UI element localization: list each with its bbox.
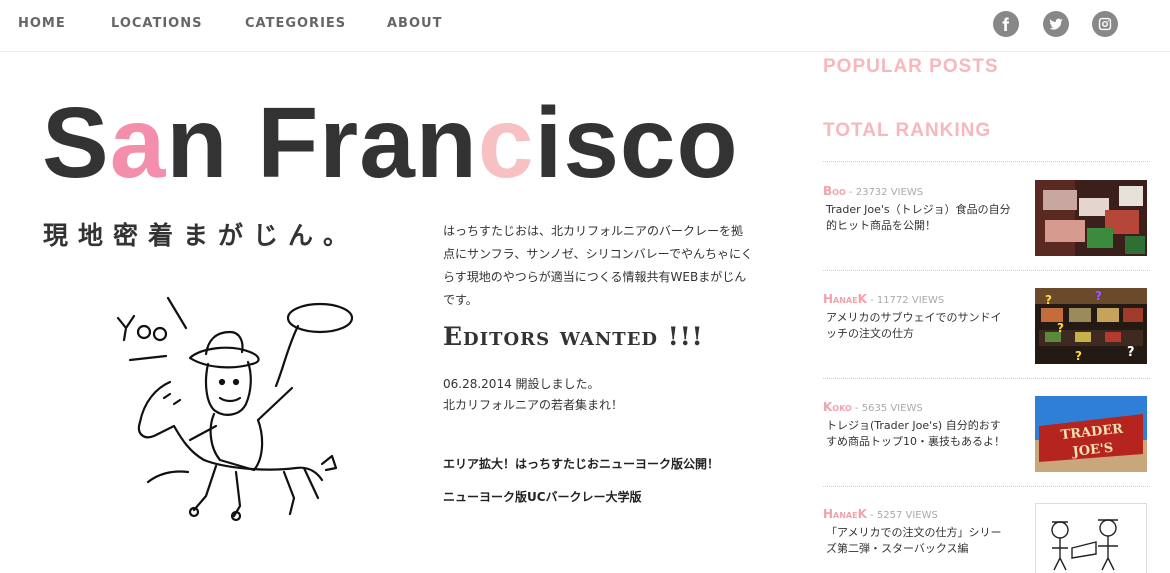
news-line: 北カリフォルニアの若者集まれ！: [443, 398, 624, 412]
facebook-icon[interactable]: [993, 11, 1019, 37]
ranking-title[interactable]: 「アメリカでの注文の仕方」シリーズ第二弾・スターバックス編: [826, 525, 1011, 557]
ranking-title[interactable]: Trader Joe's（トレジョ）食品の自分的ヒット商品を公開！: [826, 202, 1011, 234]
editors-wanted-link[interactable]: Editors wanted !!!: [443, 322, 704, 351]
ranking-author[interactable]: Koko: [823, 400, 852, 414]
svg-text:?: ?: [1095, 289, 1102, 303]
ranking-thumbnail[interactable]: [1035, 180, 1147, 256]
divider: [823, 486, 1150, 487]
title-part: isco: [534, 87, 739, 199]
divider: [823, 378, 1150, 379]
twitter-icon[interactable]: [1043, 11, 1069, 37]
svg-text:?: ?: [1057, 321, 1064, 335]
ranking-views: - 11772 VIEWS: [866, 295, 945, 306]
ranking-item[interactable]: HanaeK - 11772 VIEWS アメリカのサブウェイでのサンドイッチの…: [823, 288, 1150, 364]
instagram-icon[interactable]: [1092, 11, 1118, 37]
ranking-author[interactable]: HanaeK: [823, 292, 867, 306]
ranking-thumbnail[interactable]: TRADER JOE'S: [1035, 396, 1147, 472]
site-title: San Francisco: [42, 93, 739, 193]
title-part: n Fran: [166, 87, 478, 199]
cowboy-illustration: [108, 290, 358, 522]
ranking-item[interactable]: Koko - 5635 VIEWS トレジョ(Trader Joe's) 自分的…: [823, 396, 1150, 472]
nav-home[interactable]: HOME: [18, 16, 66, 31]
top-navigation: HOME LOCATIONS CATEGORIES ABOUT: [0, 0, 1170, 52]
divider: [823, 270, 1150, 271]
nav-locations[interactable]: LOCATIONS: [111, 16, 202, 31]
ranking-thumbnail[interactable]: ? ? ? ? ?: [1035, 288, 1147, 364]
intro-text: はっちすたじおは、北カリフォルニアのバークレーを拠点にサンフラ、サンノゼ、シリコ…: [443, 224, 753, 307]
new-york-link[interactable]: エリア拡大！はっちすたじおニューヨーク版公開！: [443, 455, 719, 472]
ranking-views: - 5257 VIEWS: [866, 510, 938, 521]
ranking-views: - 5635 VIEWS: [851, 403, 923, 414]
ranking-meta: HanaeK - 5257 VIEWS: [823, 507, 938, 521]
svg-text:?: ?: [1127, 345, 1135, 360]
ranking-views: - 23732 VIEWS: [845, 187, 924, 198]
nav-about[interactable]: ABOUT: [387, 16, 442, 31]
svg-text:?: ?: [1045, 293, 1052, 307]
title-part-accent: c: [477, 87, 535, 199]
ranking-author[interactable]: Boo: [823, 184, 846, 198]
ranking-title[interactable]: アメリカのサブウェイでのサンドイッチの注文の仕方: [826, 310, 1011, 342]
news-block: 06.28.2014 開設しました。 北カリフォルニアの若者集まれ！: [443, 374, 623, 416]
ranking-meta: HanaeK - 11772 VIEWS: [823, 292, 944, 306]
nav-categories[interactable]: CATEGORIES: [245, 16, 346, 31]
ranking-meta: Koko - 5635 VIEWS: [823, 400, 923, 414]
news-line: 06.28.2014 開設しました。: [443, 377, 600, 391]
tagline: 現地密着まがじん。: [43, 221, 359, 250]
ranking-title[interactable]: トレジョ(Trader Joe's) 自分的おすすめ商品トップ10・裏技もあるよ…: [826, 418, 1011, 450]
title-part: S: [42, 87, 110, 199]
ranking-meta: Boo - 23732 VIEWS: [823, 184, 923, 198]
popular-posts-heading: POPULAR POSTS: [823, 56, 999, 77]
title-part-accent: a: [109, 87, 167, 199]
ranking-item[interactable]: Boo - 23732 VIEWS Trader Joe's（トレジョ）食品の自…: [823, 180, 1150, 256]
svg-text:?: ?: [1075, 349, 1082, 363]
divider: [823, 161, 1150, 162]
uc-berkeley-link[interactable]: ニューヨーク版UCバークレー大学版: [443, 488, 642, 505]
ranking-item[interactable]: HanaeK - 5257 VIEWS 「アメリカでの注文の仕方」シリーズ第二弾…: [823, 503, 1150, 573]
ranking-thumbnail[interactable]: [1035, 503, 1147, 573]
total-ranking-heading: TOTAL RANKING: [823, 120, 992, 141]
ranking-author[interactable]: HanaeK: [823, 507, 867, 521]
